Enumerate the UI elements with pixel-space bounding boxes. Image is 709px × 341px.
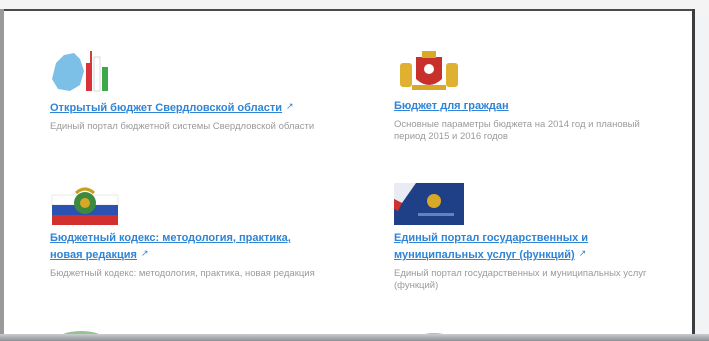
scrollbar[interactable]	[692, 9, 709, 341]
region-map-chart-icon	[50, 49, 120, 95]
card-open-budget: Открытый бюджет Свердловской области ↗ Ед…	[50, 49, 320, 133]
card-open-budget-link[interactable]: Открытый бюджет Свердловской области ↗	[50, 99, 320, 116]
window-top-bar	[0, 0, 709, 9]
card-gosuslugi-link[interactable]: Единый портал государственных и муниципа…	[394, 231, 659, 263]
bottom-border	[0, 334, 709, 341]
card-gosuslugi-description: Единый портал государственных и муниципа…	[394, 268, 647, 291]
card-citizens-budget: Бюджет для граждан Основные параметры бю…	[394, 49, 664, 143]
links-panel: Открытый бюджет Свердловской области ↗ Ед…	[4, 9, 692, 337]
card-gosuslugi: Единый портал государственных и муниципа…	[394, 181, 664, 292]
card-open-budget-description: Единый портал бюджетной системы Свердлов…	[50, 121, 315, 132]
gosuslugi-banner-icon	[394, 181, 464, 227]
external-link-icon: ↗	[578, 248, 587, 258]
card-budget-code-description: Бюджетный кодекс: методология, практика,…	[50, 268, 315, 279]
external-link-icon: ↗	[286, 101, 294, 111]
card-citizens-budget-link[interactable]: Бюджет для граждан	[394, 99, 664, 114]
flag-emblem-icon	[50, 181, 120, 227]
card-budget-code-link[interactable]: Бюджетный кодекс: методология, практика,…	[50, 231, 315, 263]
card-citizens-budget-description: Основные параметры бюджета на 2014 год и…	[394, 119, 640, 142]
card-budget-code: Бюджетный кодекс: методология, практика,…	[50, 181, 320, 280]
external-link-icon: ↗	[140, 248, 149, 258]
coat-of-arms-icon	[394, 49, 464, 95]
